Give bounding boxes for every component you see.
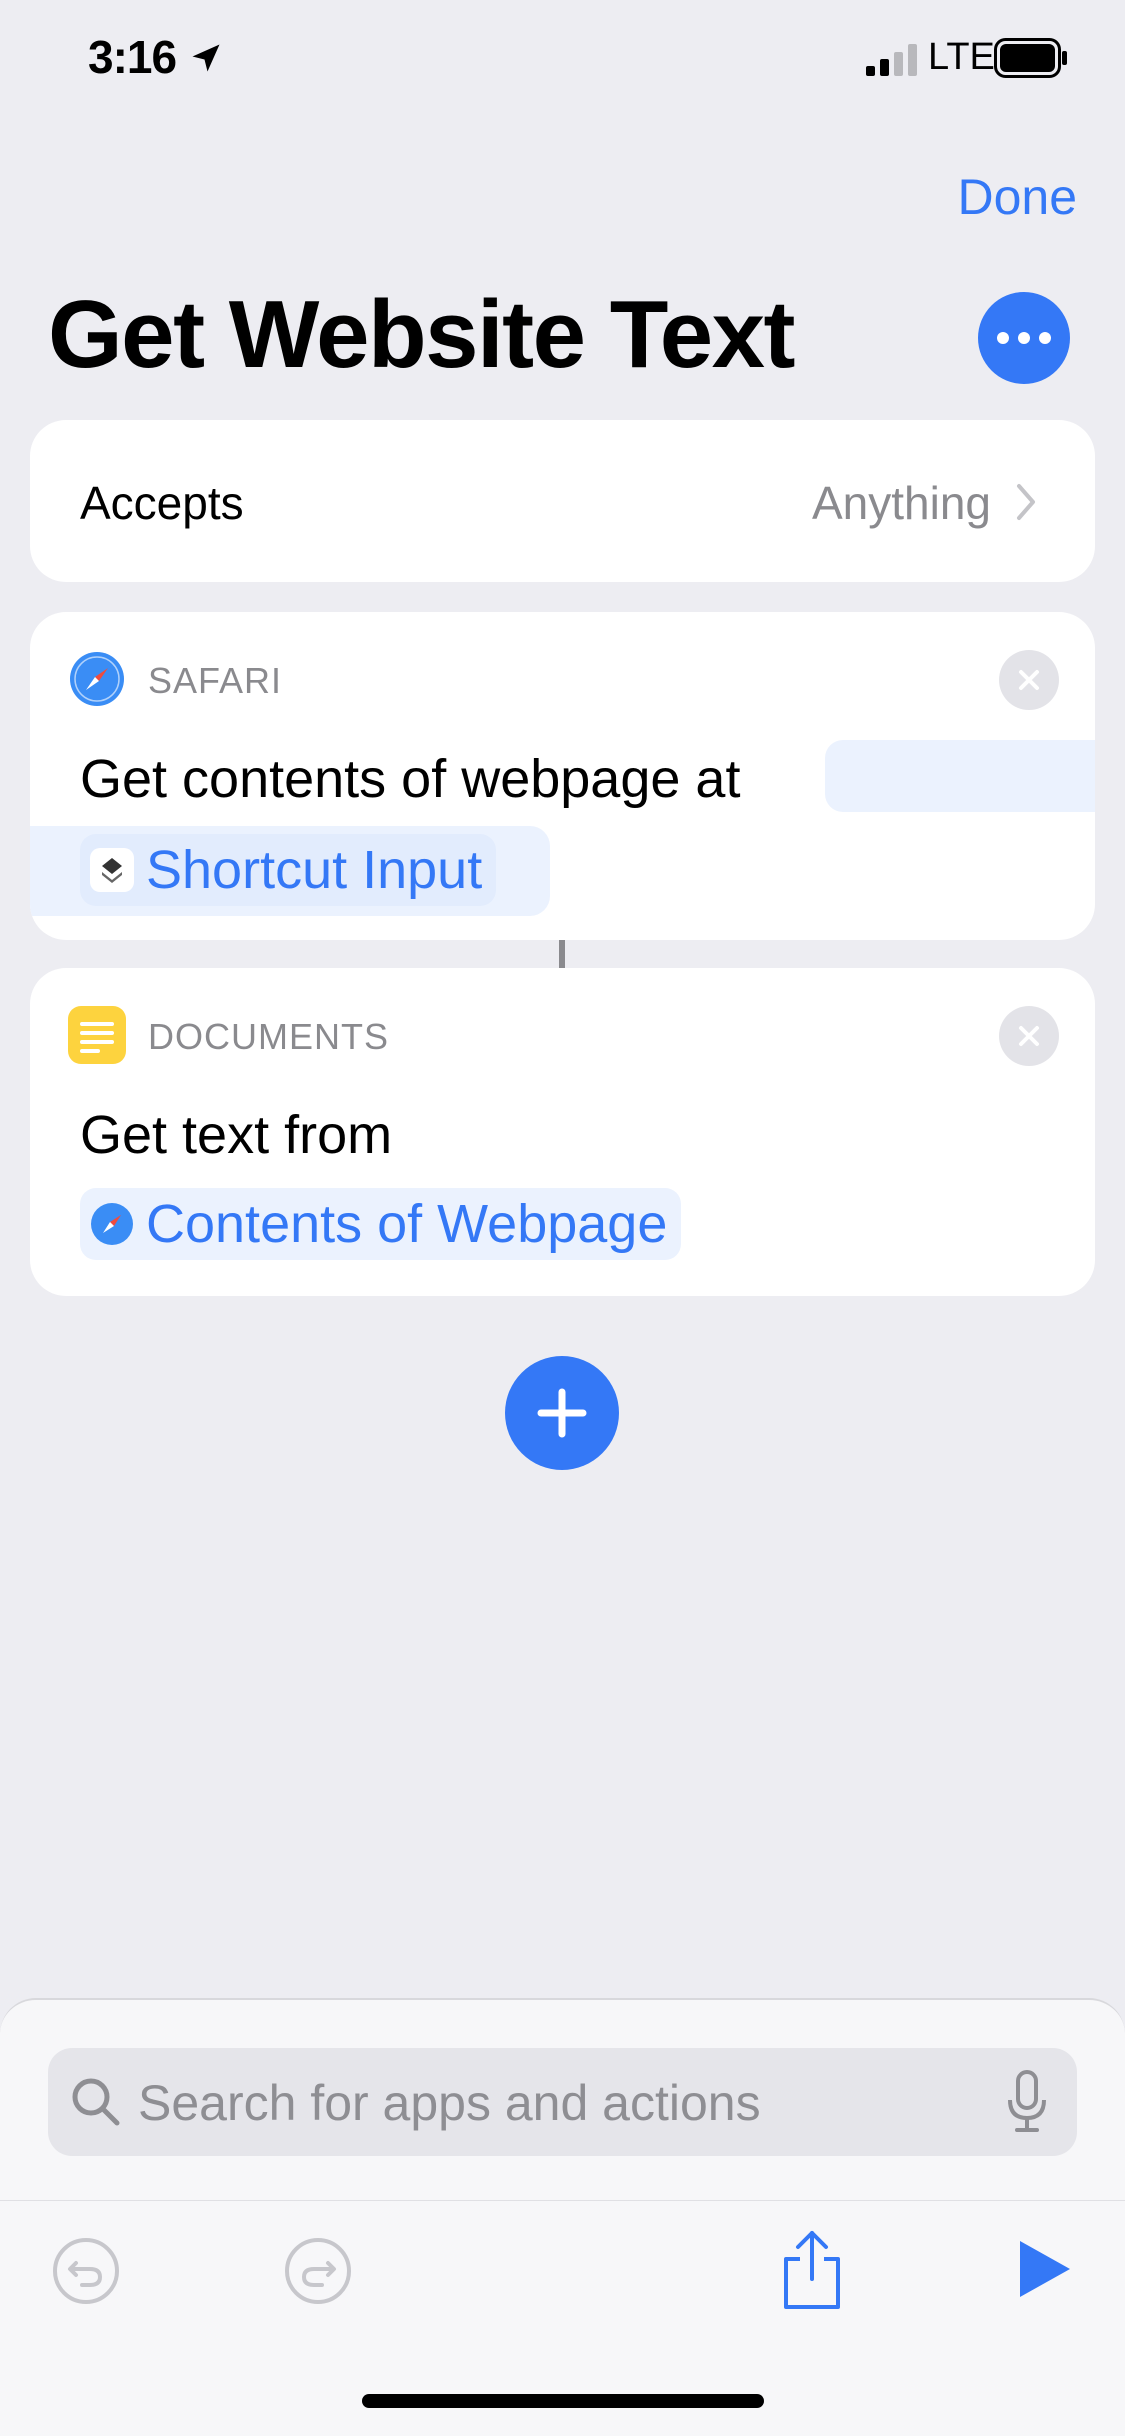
battery-icon <box>994 38 1067 78</box>
redo-icon[interactable] <box>284 2237 352 2305</box>
action-card-safari[interactable]: SAFARI Get contents of webpage at Shortc… <box>30 612 1095 940</box>
status-time: 3:16 <box>88 31 177 83</box>
token-label: Contents of Webpage <box>146 1194 668 1254</box>
action-connector <box>559 940 565 968</box>
action-app-label: DOCUMENTS <box>148 1016 389 1057</box>
location-arrow-icon <box>192 44 220 72</box>
status-bar: 3:16 LTE <box>0 0 1125 120</box>
undo-icon[interactable] <box>52 2237 120 2305</box>
ellipsis-icon <box>997 332 1009 344</box>
action-app-label: SAFARI <box>148 660 283 701</box>
search-icon <box>72 2078 120 2126</box>
shortcut-input-token[interactable]: Shortcut Input <box>80 834 497 906</box>
done-button[interactable]: Done <box>957 168 1077 226</box>
action-text: Get contents of webpage at <box>80 749 741 809</box>
remove-action-button[interactable] <box>999 1006 1059 1066</box>
close-icon <box>1019 670 1039 690</box>
shortcuts-layers-icon <box>90 848 134 892</box>
chevron-right-icon <box>1017 484 1035 520</box>
accepts-label: Accepts <box>80 477 244 529</box>
token-label: Shortcut Input <box>146 840 483 900</box>
signal-icon <box>866 44 917 76</box>
safari-compass-icon <box>91 1203 133 1245</box>
url-parameter-field[interactable] <box>825 740 1095 812</box>
network-type: LTE <box>928 36 995 78</box>
search-input[interactable]: Search for apps and actions <box>48 2048 1077 2156</box>
contents-of-webpage-token[interactable]: Contents of Webpage <box>80 1188 682 1260</box>
close-icon <box>1019 1026 1039 1046</box>
safari-compass-icon <box>70 652 124 706</box>
action-card-documents[interactable]: DOCUMENTS Get text from Contents of Webp… <box>30 968 1095 1296</box>
plus-icon <box>537 1388 587 1438</box>
page-title: Get Website Text <box>48 281 795 388</box>
play-icon[interactable] <box>1016 2237 1072 2301</box>
home-indicator[interactable] <box>362 2394 764 2408</box>
more-options-button[interactable] <box>978 292 1070 384</box>
action-text: Get text from <box>80 1105 393 1165</box>
documents-icon <box>68 1006 126 1064</box>
share-icon[interactable] <box>778 2229 846 2311</box>
accepts-row[interactable]: Accepts Anything <box>30 420 1095 582</box>
accepts-value: Anything <box>811 477 991 529</box>
actions-bottom-sheet: Search for apps and actions <box>0 1998 1125 2436</box>
microphone-icon[interactable] <box>1007 2070 1047 2134</box>
add-action-button[interactable] <box>505 1356 619 1470</box>
search-placeholder: Search for apps and actions <box>138 2075 761 2131</box>
remove-action-button[interactable] <box>999 650 1059 710</box>
